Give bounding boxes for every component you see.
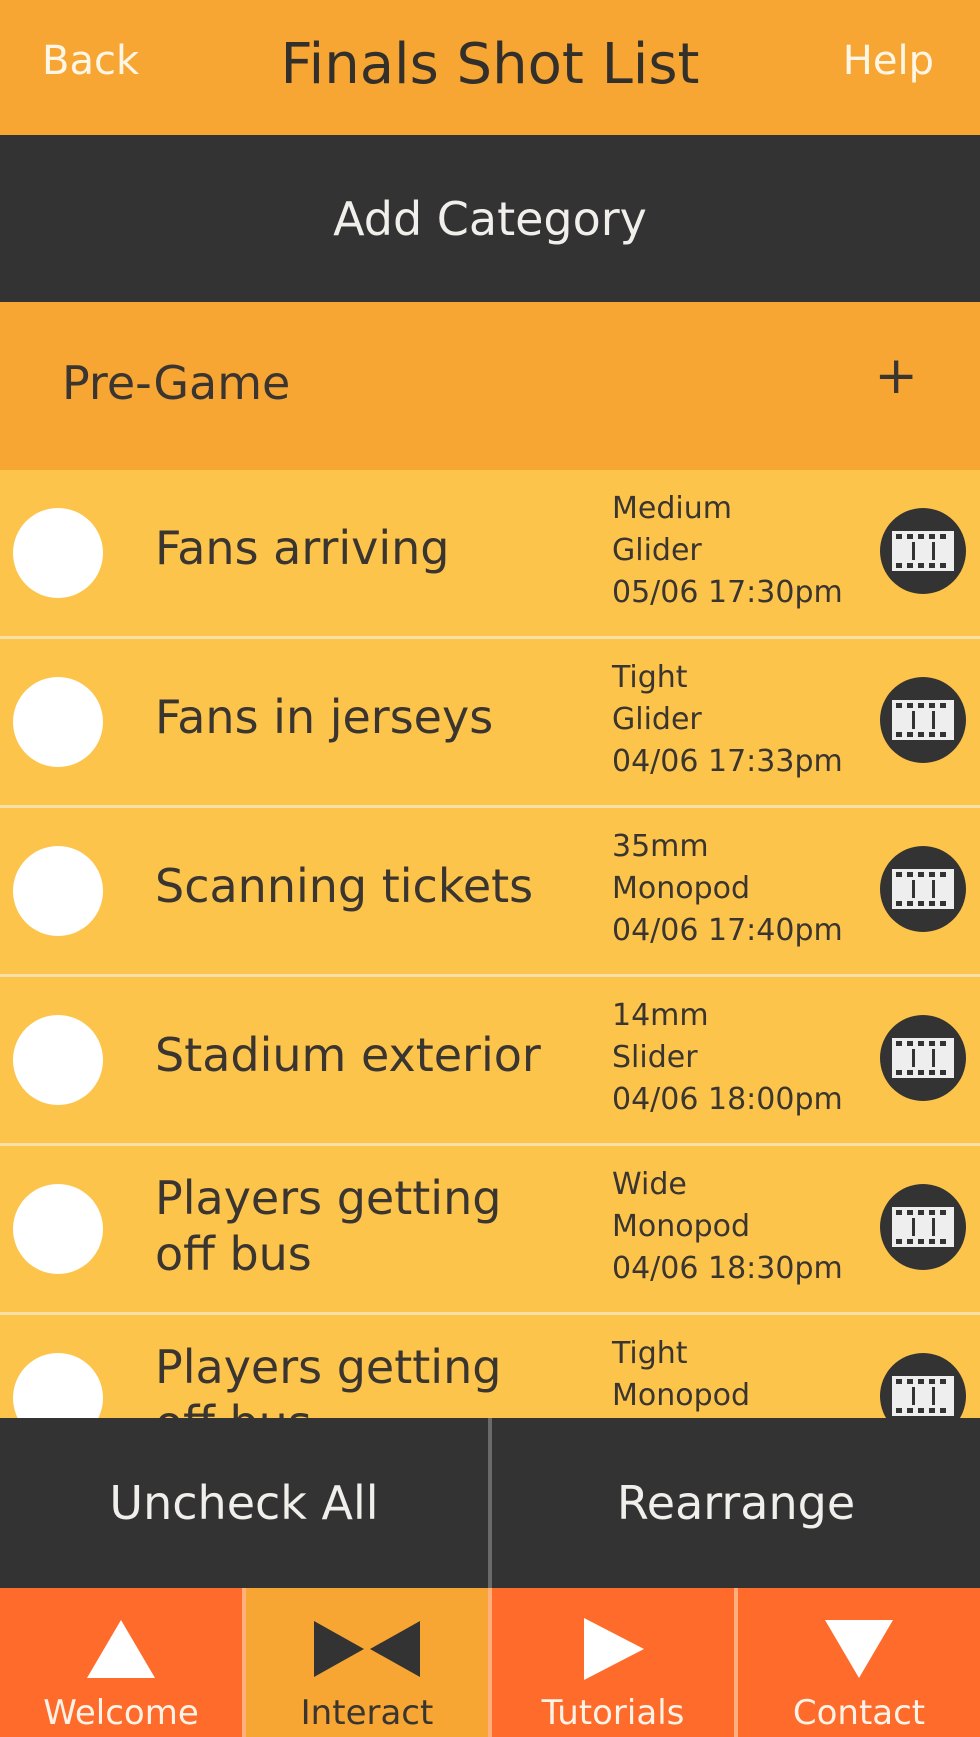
shot-rig: Monopod: [612, 1209, 751, 1244]
shot-datetime: 05/06 17:30pm: [612, 575, 843, 610]
rearrange-button[interactable]: Rearrange: [492, 1418, 980, 1588]
shot-checkbox[interactable]: [13, 677, 103, 767]
tab-label: Welcome: [43, 1693, 199, 1733]
page-title: Finals Shot List: [280, 32, 700, 97]
film-strip-icon[interactable]: [880, 1015, 966, 1101]
film-strip-icon[interactable]: [880, 508, 966, 594]
shot-lens: Medium: [612, 491, 732, 526]
tab-contact[interactable]: Contact: [738, 1588, 980, 1737]
shot-lens: Wide: [612, 1167, 687, 1202]
tab-tutorials[interactable]: Tutorials: [492, 1588, 738, 1737]
shot-list[interactable]: Fans arriving Medium Glider 05/06 17:30p…: [0, 470, 980, 1418]
shot-checkbox[interactable]: [13, 846, 103, 936]
shot-details: Medium Glider 05/06 17:30pm: [612, 488, 843, 614]
play-icon: [492, 1614, 734, 1684]
shot-rig: Slider: [612, 1040, 698, 1075]
category-header-pre-game[interactable]: Pre-Game +: [0, 302, 980, 470]
shot-row[interactable]: Stadium exterior 14mm Slider 04/06 18:00…: [0, 977, 980, 1146]
plus-icon[interactable]: +: [874, 346, 918, 406]
tab-label: Tutorials: [541, 1693, 685, 1733]
shot-lens: Tight: [612, 660, 688, 695]
shot-lens: 14mm: [612, 998, 709, 1033]
film-strip-icon[interactable]: [880, 1184, 966, 1270]
shot-rig: Monopod: [612, 1378, 751, 1413]
tab-bar: Welcome Interact Tutorials Contact: [0, 1588, 980, 1737]
shot-lens: 35mm: [612, 829, 709, 864]
shot-details: Tight Monopod: [612, 1333, 750, 1417]
category-name: Pre-Game: [62, 356, 291, 410]
shot-title: Scanning tickets: [155, 859, 534, 913]
shot-row[interactable]: Fans in jerseys Tight Glider 04/06 17:33…: [0, 639, 980, 808]
shot-title: Players getting off bus: [155, 1340, 502, 1418]
shot-row[interactable]: Scanning tickets 35mm Monopod 04/06 17:4…: [0, 808, 980, 977]
back-button[interactable]: Back: [42, 38, 139, 84]
shot-checkbox[interactable]: [13, 1015, 103, 1105]
help-button[interactable]: Help: [843, 38, 934, 84]
triangle-up-icon: [0, 1614, 242, 1684]
shot-details: Tight Glider 04/06 17:33pm: [612, 657, 843, 783]
shot-datetime: 04/06 17:33pm: [612, 744, 843, 779]
top-navigation-bar: Back Finals Shot List Help: [0, 0, 980, 135]
shot-checkbox[interactable]: [13, 1184, 103, 1274]
film-strip-icon[interactable]: [880, 677, 966, 763]
tab-label: Interact: [300, 1693, 434, 1733]
shot-title: Stadium exterior: [155, 1028, 541, 1082]
shot-rig: Monopod: [612, 871, 751, 906]
shot-datetime: 04/06 18:00pm: [612, 1082, 843, 1117]
shot-row[interactable]: Players getting off bus Wide Monopod 04/…: [0, 1146, 980, 1315]
shot-details: 35mm Monopod 04/06 17:40pm: [612, 826, 843, 952]
shot-row[interactable]: Players getting off bus Tight Monopod: [0, 1315, 980, 1418]
list-actions-bar: Uncheck All Rearrange: [0, 1418, 980, 1588]
add-category-button[interactable]: Add Category: [0, 135, 980, 302]
shot-details: 14mm Slider 04/06 18:00pm: [612, 995, 843, 1121]
shot-title: Players getting off bus: [155, 1171, 502, 1281]
shot-datetime: 04/06 18:30pm: [612, 1251, 843, 1286]
bowtie-icon: [246, 1614, 488, 1684]
shot-lens: Tight: [612, 1336, 688, 1371]
shot-rig: Glider: [612, 533, 702, 568]
shot-rig: Glider: [612, 702, 702, 737]
uncheck-all-button[interactable]: Uncheck All: [0, 1418, 488, 1588]
shot-details: Wide Monopod 04/06 18:30pm: [612, 1164, 843, 1290]
film-strip-icon[interactable]: [880, 1353, 966, 1418]
shot-checkbox[interactable]: [13, 1353, 103, 1418]
tab-welcome[interactable]: Welcome: [0, 1588, 246, 1737]
shot-row[interactable]: Fans arriving Medium Glider 05/06 17:30p…: [0, 470, 980, 639]
tab-label: Contact: [792, 1693, 926, 1733]
shot-checkbox[interactable]: [13, 508, 103, 598]
shot-title: Fans arriving: [155, 521, 450, 575]
shot-datetime: 04/06 17:40pm: [612, 913, 843, 948]
film-strip-icon[interactable]: [880, 846, 966, 932]
shot-title: Fans in jerseys: [155, 690, 494, 744]
triangle-down-icon: [738, 1614, 980, 1684]
tab-interact[interactable]: Interact: [246, 1588, 492, 1737]
